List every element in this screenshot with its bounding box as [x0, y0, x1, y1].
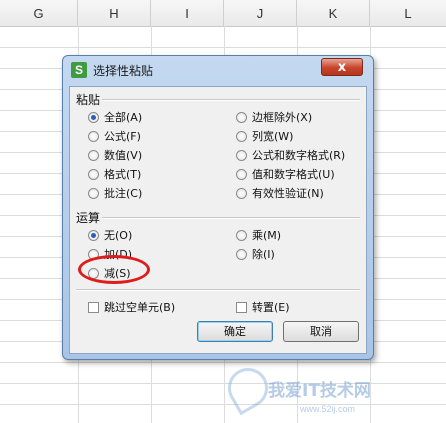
radio-icon — [236, 111, 247, 123]
checkbox-icon — [236, 301, 247, 313]
checkbox-skip-blanks[interactable]: 跳过空单元(B) — [88, 300, 175, 316]
cancel-button[interactable]: 取消 — [283, 321, 359, 342]
close-icon: x — [337, 60, 347, 75]
radio-label: 批注(C) — [104, 187, 143, 200]
dialog-body: 粘贴 全部(A) 边框除外(X) 公式(F) 列宽(W) 数值(V) 公式和数字… — [69, 86, 367, 354]
column-header-l[interactable]: L — [370, 0, 446, 26]
paste-special-dialog: S 选择性粘贴 x 粘贴 全部(A) 边框除外(X) 公式(F) 列宽(W) 数… — [62, 55, 374, 360]
radio-paste-column-widths[interactable]: 列宽(W) — [236, 129, 293, 145]
radio-label: 有效性验证(N) — [252, 187, 324, 200]
radio-icon — [236, 130, 247, 142]
radio-icon — [88, 130, 99, 142]
radio-paste-formats[interactable]: 格式(T) — [88, 167, 141, 183]
section-divider — [102, 217, 360, 219]
radio-selected-icon — [88, 111, 99, 123]
radio-label: 数值(V) — [104, 149, 143, 162]
column-header-h[interactable]: H — [78, 0, 151, 26]
column-header-i[interactable]: I — [151, 0, 224, 26]
radio-operation-multiply[interactable]: 乘(M) — [236, 228, 281, 244]
checkbox-transpose[interactable]: 转置(E) — [236, 300, 290, 316]
radio-label: 公式和数字格式(R) — [252, 149, 346, 162]
grid-line — [0, 383, 446, 384]
grid-line — [0, 47, 446, 48]
radio-paste-validation[interactable]: 有效性验证(N) — [236, 186, 324, 202]
radio-label: 列宽(W) — [252, 130, 294, 143]
radio-paste-except-borders[interactable]: 边框除外(X) — [236, 110, 312, 126]
operation-section-label: 运算 — [76, 211, 101, 225]
radio-label: 全部(A) — [104, 111, 143, 124]
column-header-j[interactable]: J — [224, 0, 297, 26]
radio-label: 除(I) — [252, 248, 275, 261]
radio-icon — [236, 168, 247, 180]
dialog-title: 选择性粘贴 — [93, 64, 154, 78]
grid-line — [0, 404, 446, 405]
radio-paste-values[interactable]: 数值(V) — [88, 148, 142, 164]
radio-operation-none[interactable]: 无(O) — [88, 228, 132, 244]
checkbox-icon — [88, 301, 99, 313]
radio-label: 无(O) — [104, 229, 133, 242]
checkbox-label: 跳过空单元(B) — [104, 301, 176, 314]
radio-icon — [236, 229, 247, 241]
radio-label: 值和数字格式(U) — [252, 168, 335, 181]
column-header-g[interactable]: G — [0, 0, 78, 26]
radio-label: 边框除外(X) — [252, 111, 313, 124]
wps-app-icon: S — [71, 62, 87, 78]
radio-icon — [88, 187, 99, 199]
radio-paste-values-number-formats[interactable]: 值和数字格式(U) — [236, 167, 335, 183]
radio-icon — [88, 149, 99, 161]
ok-button[interactable]: 确定 — [197, 321, 273, 342]
radio-paste-formulas[interactable]: 公式(F) — [88, 129, 141, 145]
radio-label: 公式(F) — [104, 130, 141, 143]
column-header-bar: G H I J K L — [0, 0, 446, 27]
watermark-text: 我爱IT技术网 — [268, 381, 371, 401]
red-highlight-ellipse — [78, 255, 150, 284]
radio-selected-icon — [88, 229, 99, 241]
watermark-url: www.52ij.com — [300, 404, 356, 414]
radio-paste-all[interactable]: 全部(A) — [88, 110, 142, 126]
radio-icon — [236, 248, 247, 260]
radio-icon — [88, 168, 99, 180]
paste-section-label: 粘贴 — [76, 93, 101, 107]
column-header-k[interactable]: K — [297, 0, 370, 26]
section-divider — [102, 99, 360, 101]
close-button[interactable]: x — [321, 58, 363, 76]
section-divider — [76, 289, 360, 291]
radio-icon — [236, 187, 247, 199]
radio-label: 乘(M) — [252, 229, 282, 242]
radio-operation-divide[interactable]: 除(I) — [236, 247, 275, 263]
radio-icon — [236, 149, 247, 161]
radio-paste-comments[interactable]: 批注(C) — [88, 186, 142, 202]
radio-label: 格式(T) — [104, 168, 142, 181]
checkbox-label: 转置(E) — [252, 301, 290, 314]
dialog-titlebar[interactable]: S 选择性粘贴 x — [63, 56, 373, 85]
radio-paste-formulas-number-formats[interactable]: 公式和数字格式(R) — [236, 148, 345, 164]
grid-line — [0, 362, 446, 363]
